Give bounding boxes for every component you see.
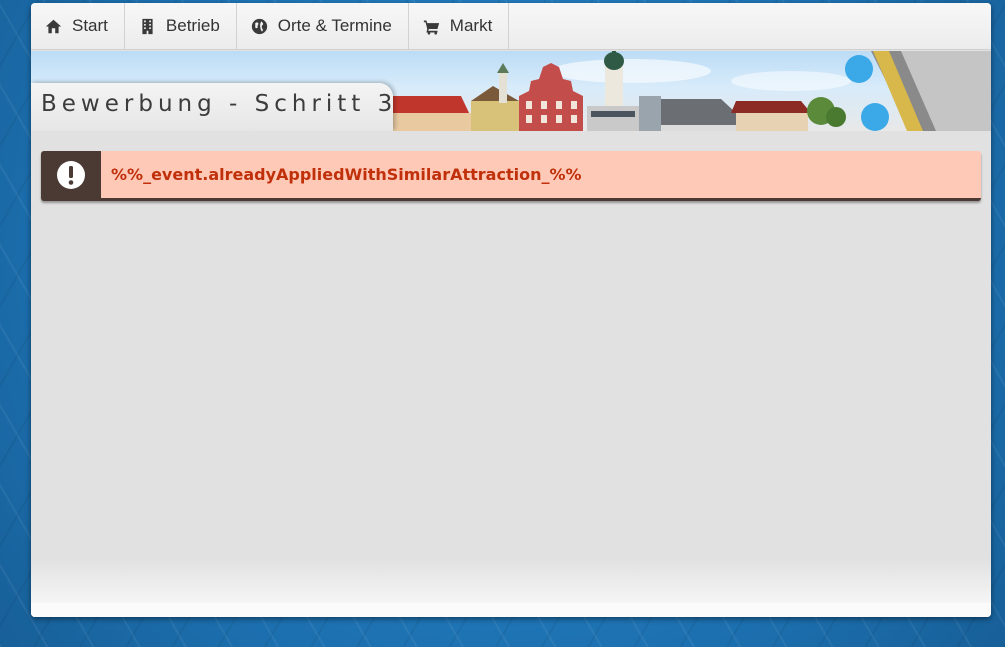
nav-item-label: Betrieb xyxy=(165,16,220,35)
page-title: Bewerbung - Schritt 3 xyxy=(41,91,398,117)
home-icon xyxy=(45,19,62,33)
nav-item-label: Orte & Termine xyxy=(277,16,392,35)
error-alert: %%_event.alreadyAppliedWithSimilarAttrac… xyxy=(41,151,981,201)
alert-message: %%_event.alreadyAppliedWithSimilarAttrac… xyxy=(111,165,582,184)
content-footer-strip xyxy=(31,603,991,617)
cart-icon xyxy=(423,20,439,35)
main-content: %%_event.alreadyAppliedWithSimilarAttrac… xyxy=(31,131,991,617)
header-banner: Bewerbung - Schritt 3 xyxy=(31,51,991,131)
alert-icon-box xyxy=(41,151,101,198)
nav-item-markt[interactable]: Markt xyxy=(409,3,510,49)
app-window: Start Betrieb Orte & Termine Markt Bewer… xyxy=(31,3,991,617)
top-navbar: Start Betrieb Orte & Termine Markt xyxy=(31,3,991,50)
globe-icon xyxy=(251,18,267,34)
building-icon xyxy=(142,18,153,34)
nav-item-orte-termine[interactable]: Orte & Termine xyxy=(237,3,409,49)
nav-item-label: Markt xyxy=(449,16,493,35)
nav-item-start[interactable]: Start xyxy=(31,3,125,49)
exclamation-circle-icon xyxy=(57,160,85,189)
nav-item-label: Start xyxy=(72,16,108,35)
nav-item-betrieb[interactable]: Betrieb xyxy=(125,3,237,49)
